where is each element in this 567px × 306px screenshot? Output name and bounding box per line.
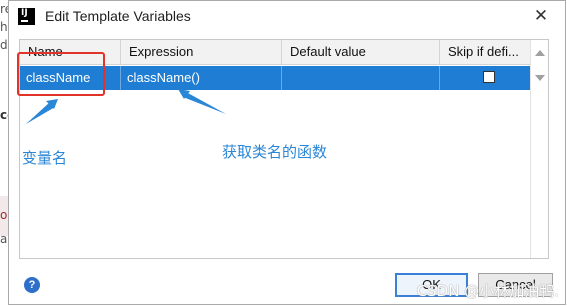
background-text: a: [0, 232, 8, 246]
column-header-skip-if-defined[interactable]: Skip if defi...: [440, 40, 532, 64]
scroll-down-arrow-icon[interactable]: [535, 75, 545, 81]
class-name-function-annotation: 获取类名的函数: [222, 143, 328, 161]
watermark: CSDN @小林加油鸭.: [416, 282, 559, 300]
help-icon[interactable]: ?: [24, 277, 40, 293]
close-icon[interactable]: ✕: [530, 5, 552, 27]
dialog-title: Edit Template Variables: [45, 8, 191, 24]
column-header-default-value[interactable]: Default value: [282, 40, 440, 64]
column-header-expression[interactable]: Expression: [121, 40, 282, 64]
app-icon-text: IJ: [21, 8, 28, 18]
title-bar: IJ Edit Template Variables ✕: [9, 1, 565, 34]
skip-if-defined-checkbox[interactable]: [483, 71, 495, 83]
variable-name-annotation: 变量名: [22, 149, 68, 167]
app-icon-bar: [21, 20, 28, 22]
scroll-up-arrow-icon[interactable]: [535, 50, 545, 56]
background-text: h: [0, 20, 8, 34]
cell-default-value[interactable]: [282, 66, 440, 90]
table-scrollbar[interactable]: [530, 40, 548, 258]
highlight-box: [17, 52, 105, 96]
intellij-app-icon: IJ: [18, 8, 35, 25]
cell-expression[interactable]: className(): [121, 66, 282, 90]
